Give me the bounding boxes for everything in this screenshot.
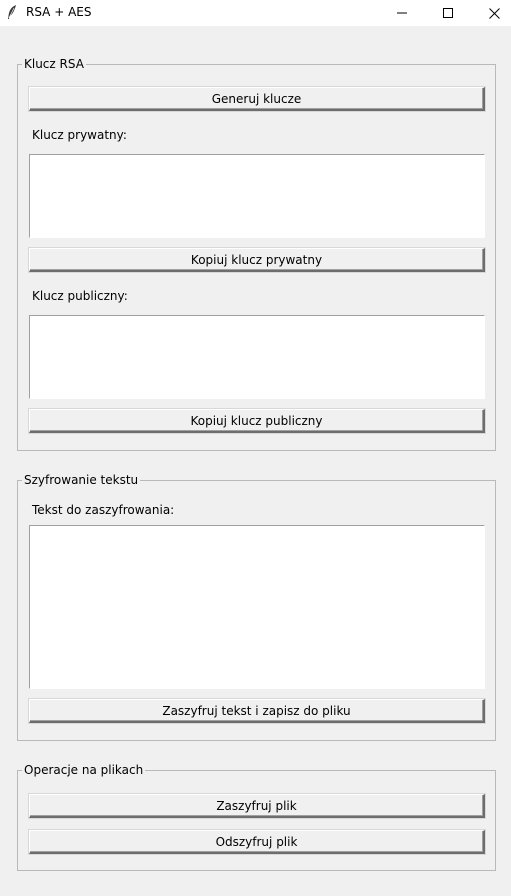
text-to-encrypt-label: Tekst do zaszyfrowania: [32,503,175,517]
public-key-textarea[interactable] [29,315,485,399]
private-key-textarea[interactable] [29,154,485,238]
file-operations-group-title: Operacje na plikach [22,762,146,778]
feather-icon [6,4,18,20]
close-button[interactable] [471,0,511,26]
generate-keys-button[interactable]: Generuj klucze [29,87,485,111]
encrypt-text-button[interactable]: Zaszyfruj tekst i zapisz do pliku [29,699,485,723]
minimize-icon [397,12,407,14]
private-key-label: Klucz prywatny: [32,128,127,142]
decrypt-file-button[interactable]: Odszyfruj plik [29,830,485,854]
copy-private-key-button[interactable]: Kopiuj klucz prywatny [29,248,485,272]
encrypt-file-button[interactable]: Zaszyfruj plik [29,794,485,818]
title-bar[interactable]: RSA + AES [0,0,511,26]
copy-public-key-button[interactable]: Kopiuj klucz publiczny [29,409,485,433]
text-to-encrypt-textarea[interactable] [29,525,485,689]
maximize-icon [443,8,453,18]
text-encryption-group-title: Szyfrowanie tekstu [22,472,141,488]
file-operations-group: Operacje na plikach [17,762,496,871]
window-title: RSA + AES [26,5,92,19]
close-icon [488,7,500,19]
maximize-button[interactable] [425,0,471,26]
public-key-label: Klucz publiczny: [32,289,128,303]
minimize-button[interactable] [379,0,425,26]
rsa-key-group-title: Klucz RSA [22,56,86,72]
